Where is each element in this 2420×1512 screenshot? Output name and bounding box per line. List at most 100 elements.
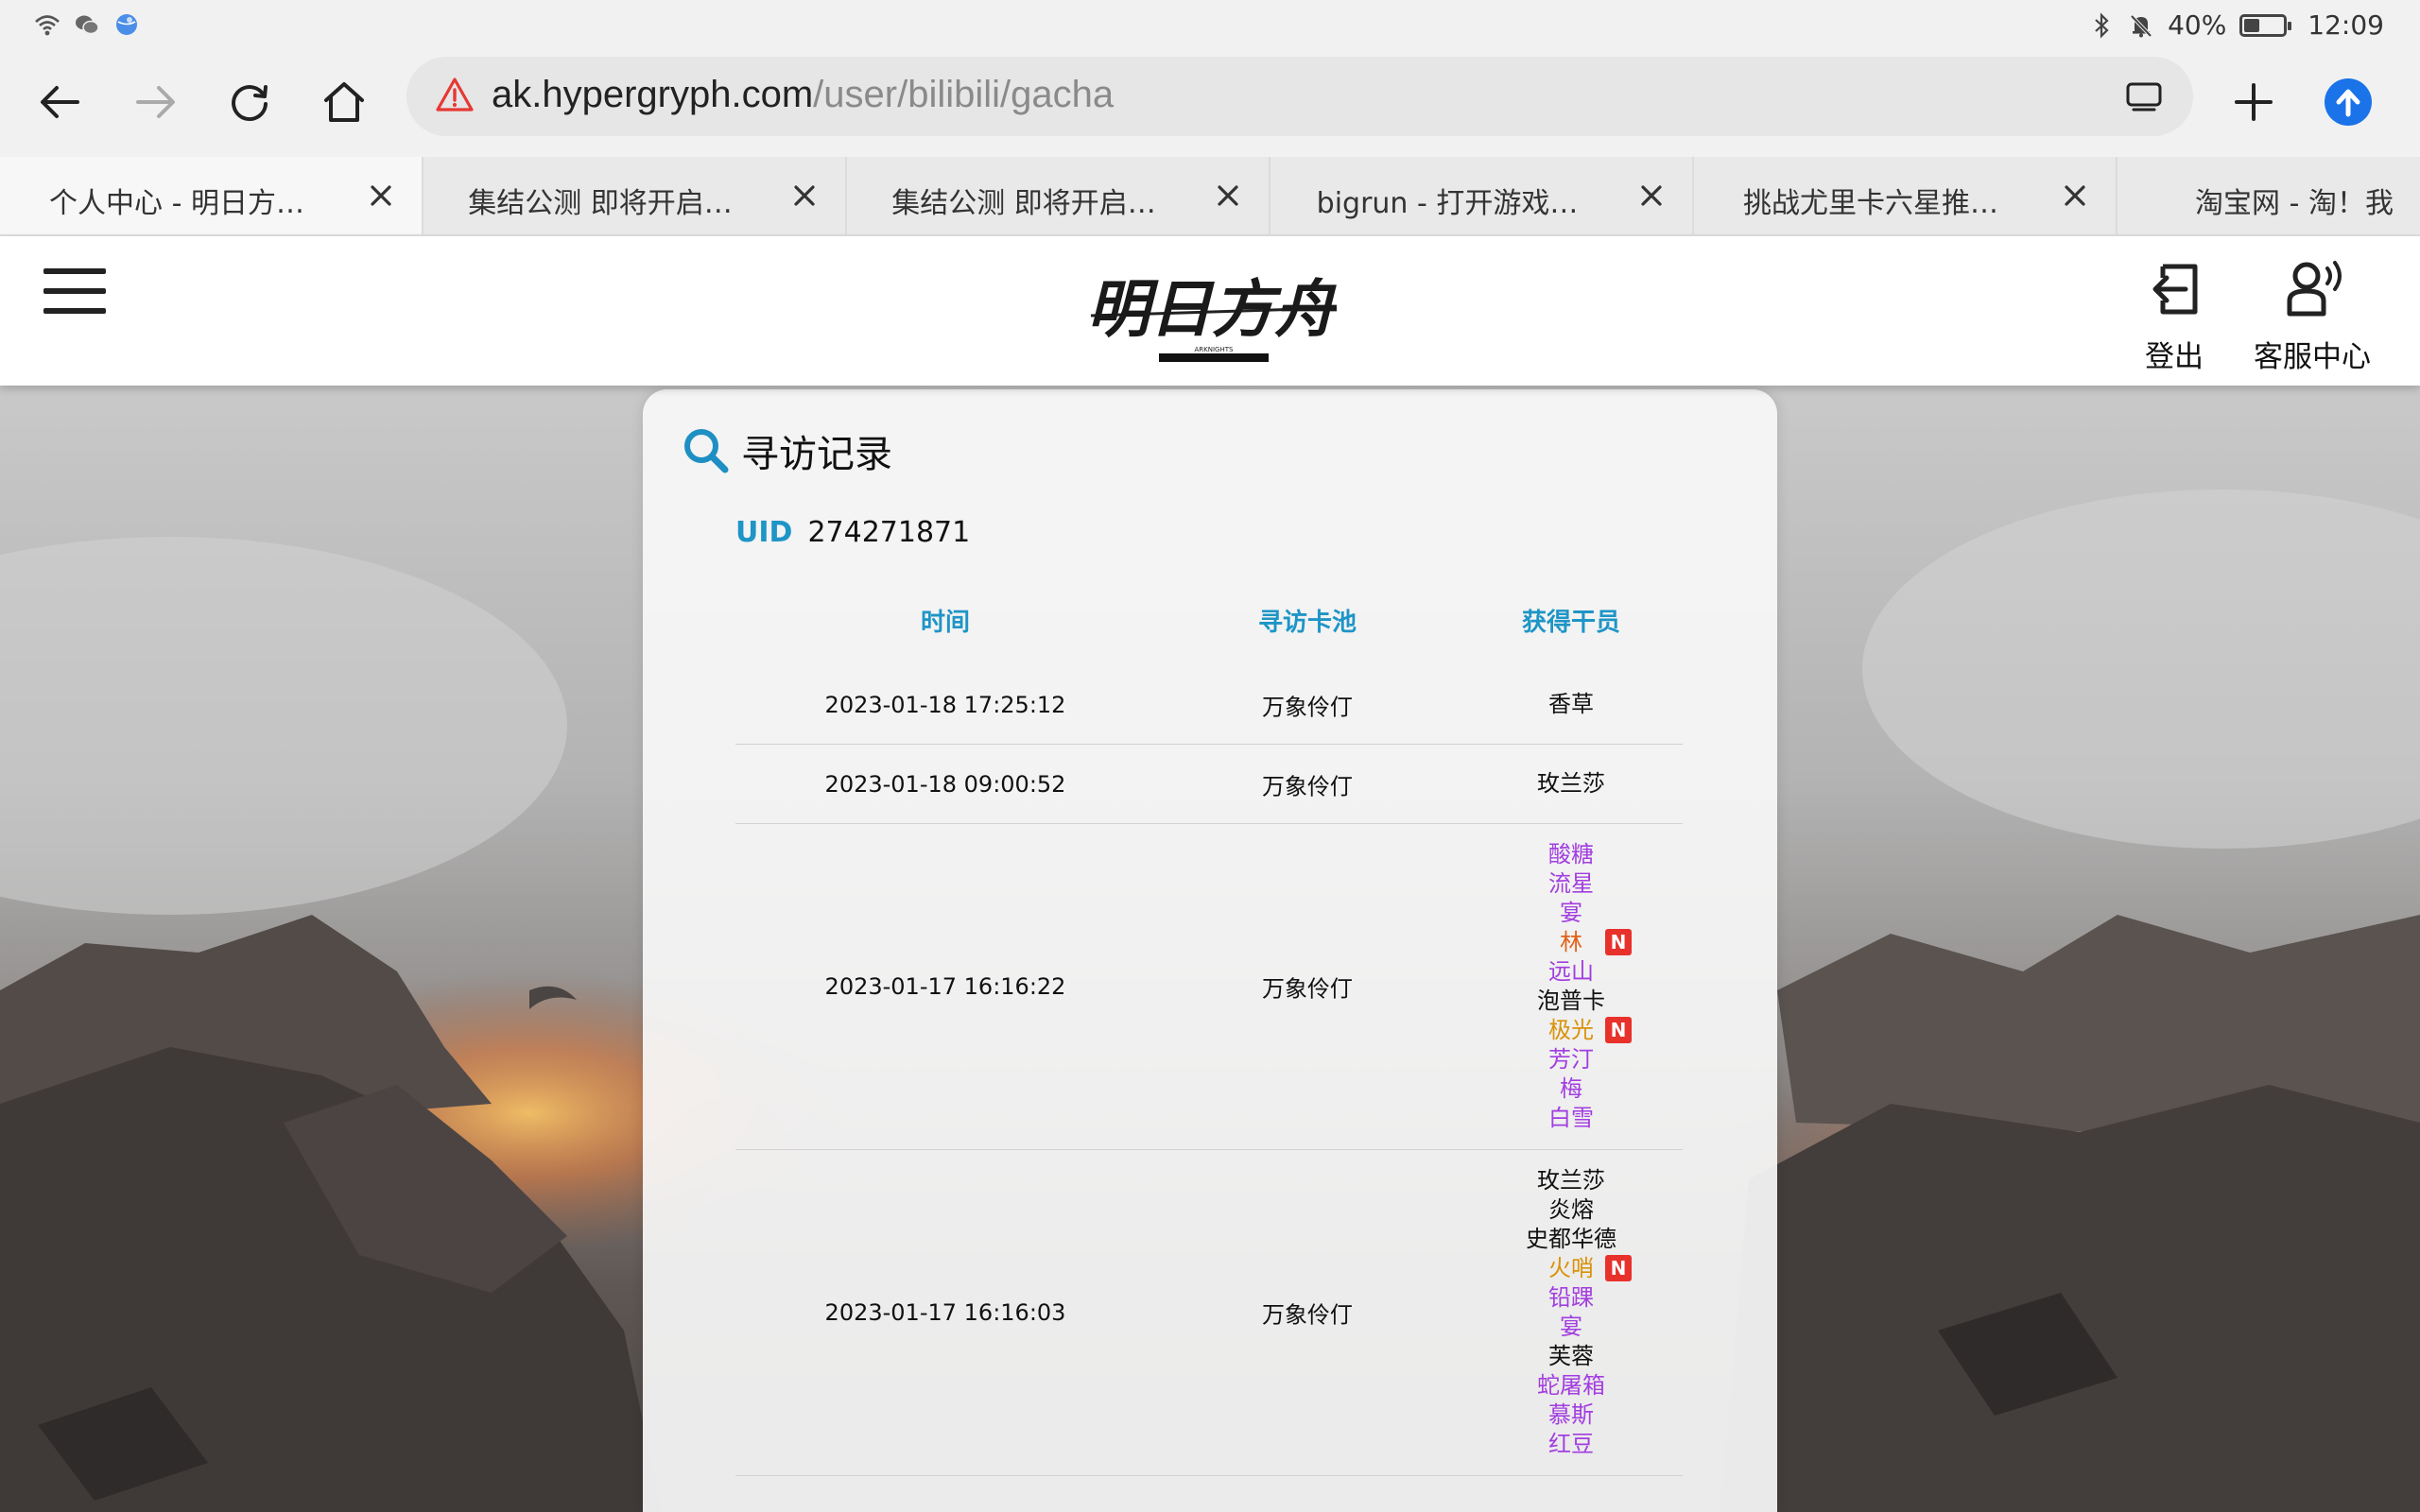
operator-list: 玫兰莎: [1537, 769, 1605, 799]
record-time: 2023-01-18 09:00:52: [824, 770, 1066, 798]
support-center-button[interactable]: 客服中心: [2254, 259, 2371, 375]
operator-name: 铅踝: [1548, 1284, 1594, 1311]
record-time: 2023-01-17 16:16:03: [824, 1299, 1066, 1326]
tab-title: 淘宝网 - 淘！我: [2195, 187, 2394, 220]
support-center-label: 客服中心: [2254, 340, 2371, 374]
record-time: 2023-01-18 17:25:12: [824, 691, 1066, 718]
status-right-info: 40% 12:09: [2088, 9, 2384, 41]
uid-value: 274271871: [807, 516, 971, 549]
table-row: 2023-01-17 16:16:03 万象伶仃 N 玫兰莎 炎熔 史都华德 火哨 铅踝宴芙蓉…: [735, 1150, 1683, 1476]
record-pool: 万象伶仃: [1262, 773, 1353, 799]
gacha-record-card: 寻访记录 UID 274271871 时间 寻访卡池 获得干员 2023-01-…: [643, 389, 1777, 1512]
upload-button[interactable]: [2314, 68, 2382, 136]
operator-name: 林: [1560, 929, 1582, 955]
operator-name: 宴: [1560, 1314, 1582, 1340]
operator-name: 火哨: [1548, 1255, 1594, 1281]
logo-text: 明日方舟: [1087, 272, 1337, 346]
table-row: 2023-01-18 17:25:12 万象伶仃 香草: [735, 665, 1683, 745]
reload-button[interactable]: [216, 68, 284, 136]
logout-icon: [2152, 264, 2198, 315]
battery-icon: [2239, 13, 2292, 37]
browser-tab[interactable]: 挑战尤里卡六星推…: [1694, 157, 2118, 234]
tab-close-icon[interactable]: [2061, 181, 2089, 210]
record-time: 2023-01-17 16:16:22: [824, 973, 1066, 1000]
customer-service-icon: [2287, 261, 2342, 317]
new-tab-button[interactable]: [2220, 68, 2288, 136]
url-text[interactable]: ak.hypergryph.com/user/bilibili/gacha: [492, 74, 1114, 116]
operator-list: 香草: [1548, 690, 1594, 719]
forward-arrow-icon: [136, 86, 175, 118]
new-tab-plus-icon: [2235, 83, 2273, 121]
record-table-body: 2023-01-18 17:25:12 万象伶仃 香草 2023-01-18 09:0…: [735, 665, 1683, 1476]
status-bar: 40% 12:09: [0, 0, 2420, 49]
bluetooth-icon: [2095, 11, 2109, 39]
operator-name: 史都华德: [1526, 1226, 1616, 1252]
browser-tab[interactable]: 淘宝网 - 淘！我: [2118, 157, 2420, 234]
operator-name: 炎熔: [1548, 1196, 1594, 1223]
clock: 12:09: [2308, 9, 2384, 41]
operator-name: 流星: [1548, 870, 1594, 897]
tab-close-icon[interactable]: [1637, 181, 1666, 210]
new-operator-badge: N: [1605, 1017, 1632, 1043]
record-pool: 万象伶仃: [1262, 975, 1353, 1003]
operator-name: 慕斯: [1548, 1401, 1594, 1428]
table-header: 时间 寻访卡池 获得干员: [735, 603, 1683, 660]
browser-tab[interactable]: 集结公测 即将开启…: [424, 157, 847, 234]
menu-hamburger-icon[interactable]: [43, 268, 106, 316]
tab-close-icon[interactable]: [790, 181, 819, 210]
tab-strip: 个人中心 - 明日方… 集结公测 即将开启… 集结公测 即将开启… bigrun - …: [0, 157, 2420, 236]
logout-label: 登出: [2145, 340, 2204, 374]
record-pool: 万象伶仃: [1262, 1301, 1353, 1329]
operator-name: 白雪: [1548, 1105, 1594, 1131]
operator-name: 极光: [1548, 1017, 1594, 1043]
browser-tab[interactable]: 集结公测 即将开启…: [847, 157, 1270, 234]
operator-name: 远山: [1548, 958, 1594, 985]
column-header-operators: 获得干员: [1521, 609, 1621, 637]
card-title: 寻访记录: [741, 433, 892, 476]
new-operator-badge: N: [1605, 929, 1632, 955]
browser-globe-icon: [116, 14, 137, 35]
table-row: 2023-01-17 16:16:22 万象伶仃 N N 酸糖 流星宴林远山 泡普卡 极光 芳汀…: [735, 824, 1683, 1150]
operator-name: 酸糖: [1548, 841, 1594, 868]
home-button[interactable]: [310, 68, 378, 136]
tab-close-icon[interactable]: [1214, 181, 1242, 210]
mute-bell-icon: [2130, 14, 2152, 37]
operator-name: 宴: [1560, 900, 1582, 926]
site-header: 明日方舟 ARKNIGHTS 登出 客服中心: [0, 236, 2420, 386]
logo-subtext: ARKNIGHTS: [1195, 346, 1235, 353]
uid-label: UID: [735, 516, 793, 549]
url-host: ak.hypergryph.com: [492, 74, 814, 115]
card-header: 寻访记录: [681, 423, 892, 478]
tab-manager-icon[interactable]: [2125, 79, 2163, 113]
browser-tab[interactable]: bigrun - 打开游戏…: [1270, 157, 1694, 234]
tab-title: 挑战尤里卡六星推…: [1743, 187, 1998, 220]
operator-name: 泡普卡: [1537, 988, 1605, 1014]
column-header-pool: 寻访卡池: [1257, 609, 1357, 637]
browser-tab[interactable]: 个人中心 - 明日方…: [0, 157, 424, 234]
back-arrow-icon: [41, 86, 79, 118]
tab-title: 集结公测 即将开启…: [468, 187, 733, 220]
operator-name: 梅: [1560, 1075, 1582, 1102]
battery-level: [2244, 18, 2260, 32]
address-bar[interactable]: ak.hypergryph.com/user/bilibili/gacha: [406, 57, 2193, 136]
wifi-icon: [35, 15, 60, 36]
uid-row: UID 274271871: [735, 516, 970, 549]
operator-name: 香草: [1548, 691, 1594, 717]
tab-title: 集结公测 即将开启…: [891, 187, 1156, 220]
arknights-logo-image: 明日方舟 ARKNIGHTS: [1087, 272, 1341, 362]
back-button[interactable]: [26, 68, 95, 136]
operator-list: 玫兰莎 炎熔 史都华德 火哨 铅踝宴芙蓉 蛇屠箱 慕斯 红豆: [1526, 1166, 1616, 1459]
column-header-time: 时间: [920, 609, 971, 637]
forward-button[interactable]: [121, 68, 189, 136]
logout-button[interactable]: 登出: [2144, 259, 2204, 375]
operator-name: 芙蓉: [1548, 1343, 1594, 1369]
insecure-warning-icon[interactable]: [435, 76, 475, 115]
arknights-logo[interactable]: 明日方舟 ARKNIGHTS: [1087, 253, 1341, 372]
operator-list: 酸糖 流星宴林远山 泡普卡 极光 芳汀梅白雪: [1537, 840, 1605, 1133]
wechat-icon: [76, 15, 99, 35]
tab-close-icon[interactable]: [367, 181, 395, 210]
operator-name: 红豆: [1548, 1431, 1594, 1457]
status-left-icons: [34, 11, 140, 38]
browser-toolbar: ak.hypergryph.com/user/bilibili/gacha: [0, 49, 2420, 155]
operator-name: 玫兰莎: [1537, 770, 1605, 797]
